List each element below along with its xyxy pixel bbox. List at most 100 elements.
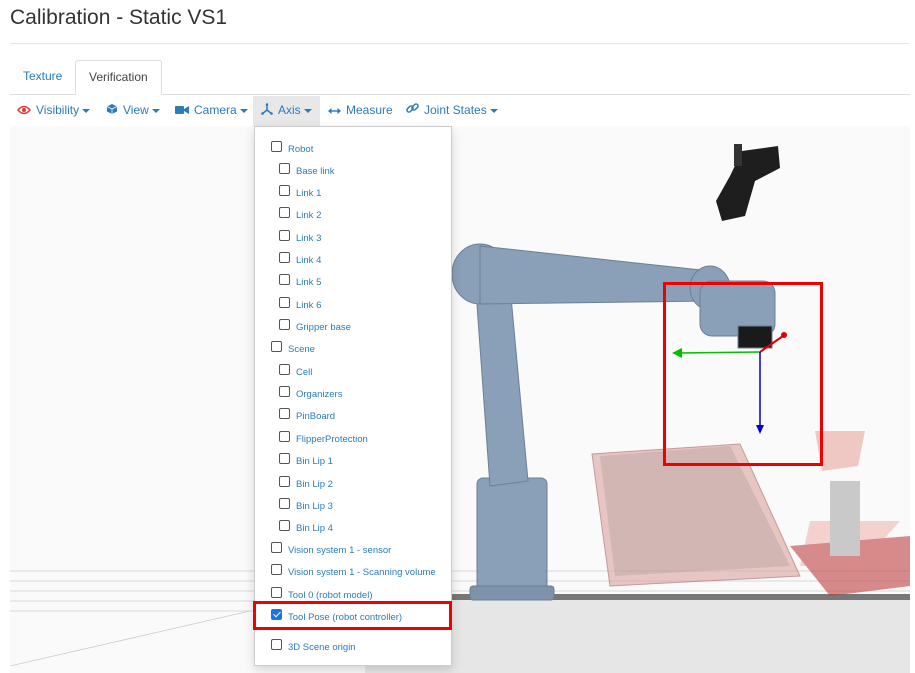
cube-icon (106, 97, 118, 125)
axis-menu-item-label: Link 1 (296, 188, 322, 199)
view-dropdown[interactable]: View (106, 96, 160, 126)
tab-verification[interactable]: Verification (75, 60, 162, 95)
axis-menu-item[interactable]: Link 6 (279, 296, 322, 313)
joint-states-label: Joint States (424, 103, 487, 117)
checkbox[interactable] (279, 519, 290, 531)
axis-menu-item[interactable]: Link 3 (279, 229, 322, 246)
checkbox[interactable] (271, 541, 282, 553)
axis-menu-item[interactable]: Link 1 (279, 184, 322, 201)
scene-render (10, 126, 910, 673)
checkbox[interactable] (271, 586, 282, 598)
axis-menu-item[interactable]: Link 4 (279, 251, 322, 268)
axis-menu-item[interactable]: Vision system 1 - Scanning volume (271, 563, 436, 580)
checkbox[interactable] (279, 273, 290, 285)
checkbox[interactable] (279, 229, 290, 241)
chevron-down-icon (489, 108, 498, 113)
camera-dropdown[interactable]: Camera (175, 96, 248, 126)
checkbox[interactable] (279, 430, 290, 442)
axis-menu-item-label: Scene (288, 344, 315, 355)
camera-label: Camera (194, 103, 237, 117)
chevron-down-icon (239, 108, 248, 113)
axis-menu-item-label: Bin Lip 1 (296, 456, 333, 467)
axis-menu-item-label: 3D Scene origin (288, 642, 356, 653)
eye-icon (17, 97, 31, 125)
checkbox[interactable] (279, 363, 290, 375)
axis-menu-item[interactable]: 3D Scene origin (271, 638, 356, 655)
measure-label: Measure (346, 103, 393, 117)
checkbox[interactable] (271, 638, 282, 650)
checkbox[interactable] (279, 318, 290, 330)
axis-menu-item[interactable]: Robot (271, 140, 314, 157)
axis-menu-item-label: Link 2 (296, 210, 322, 221)
axis-menu-item-label: Link 4 (296, 255, 322, 266)
axis-menu-item-label: Link 6 (296, 300, 322, 311)
axis-menu-item[interactable]: Organizers (279, 385, 343, 402)
checkbox[interactable] (279, 162, 290, 174)
axis-menu-item-label: Gripper base (296, 322, 351, 333)
visibility-label: Visibility (36, 103, 80, 117)
axis-menu-item[interactable]: Bin Lip 4 (279, 519, 333, 536)
page-title: Calibration - Static VS1 (10, 6, 228, 29)
axis-menu-item-label: Cell (296, 367, 313, 378)
axis-menu-item-label: Base link (296, 166, 335, 177)
axis-menu-item-label: Bin Lip 4 (296, 523, 333, 534)
axis-menu-item[interactable]: FlipperProtection (279, 430, 368, 447)
axis-menu-item[interactable]: Base link (279, 162, 335, 179)
axis-label: Axis (278, 103, 301, 117)
axis-menu-item-label: Tool 0 (robot model) (288, 590, 373, 601)
axis-menu-item-label: Bin Lip 3 (296, 501, 333, 512)
joint-states-dropdown[interactable]: Joint States (406, 96, 498, 126)
checkbox[interactable] (279, 206, 290, 218)
checkbox[interactable] (279, 475, 290, 487)
checkbox[interactable] (279, 407, 290, 419)
3d-viewport[interactable] (10, 126, 910, 673)
axis-menu-item-label: Link 3 (296, 233, 322, 244)
axis-menu-item[interactable]: Bin Lip 2 (279, 475, 333, 492)
axis-menu-item[interactable]: Tool Pose (robot controller) (271, 608, 403, 625)
checkbox[interactable] (271, 608, 282, 620)
measure-arrows-icon (328, 97, 341, 125)
axis-menu-item-label: Robot (288, 144, 314, 155)
checkbox[interactable] (279, 251, 290, 263)
axis-menu-item[interactable]: Link 5 (279, 273, 322, 290)
axis-menu-item[interactable]: Gripper base (279, 318, 351, 335)
checkbox[interactable] (279, 296, 290, 308)
axis-menu-item-label: Vision system 1 - sensor (288, 545, 392, 556)
title-divider (10, 43, 909, 44)
axis-menu-item[interactable]: Bin Lip 1 (279, 452, 333, 469)
checkbox[interactable] (279, 497, 290, 509)
chevron-down-icon (82, 108, 91, 113)
axis-menu: Robot Base link Link 1 Link 2 Link 3 Link 4 Li… (254, 126, 452, 666)
axis-menu-item[interactable]: Link 2 (279, 206, 322, 223)
axis-menu-item-label: Vision system 1 - Scanning volume (288, 567, 436, 578)
view-label: View (123, 103, 149, 117)
axis-menu-item[interactable]: PinBoard (279, 407, 336, 424)
axis-menu-item[interactable]: Bin Lip 3 (279, 497, 333, 514)
video-camera-icon (175, 97, 189, 125)
chevron-down-icon (303, 108, 312, 113)
tab-texture[interactable]: Texture (10, 60, 75, 93)
chevron-down-icon (151, 108, 160, 113)
checkbox[interactable] (271, 340, 282, 352)
tab-bar: Texture Verification (10, 60, 910, 95)
link-icon (406, 97, 419, 125)
axis-dropdown[interactable]: Axis (253, 96, 320, 126)
checkbox[interactable] (279, 184, 290, 196)
checkbox[interactable] (271, 563, 282, 575)
axis-menu-item[interactable]: Scene (271, 340, 315, 357)
axis-menu-item[interactable]: Tool 0 (robot model) (271, 586, 373, 603)
axis-menu-item-label: Tool Pose (robot controller) (288, 612, 403, 623)
axis-menu-item-label: PinBoard (296, 411, 336, 422)
axis-menu-item-label: Link 5 (296, 277, 322, 288)
measure-button[interactable]: Measure (328, 96, 393, 126)
checkbox[interactable] (271, 140, 282, 152)
axis-menu-item-label: Bin Lip 2 (296, 479, 333, 490)
axis-menu-item[interactable]: Cell (279, 363, 313, 380)
axis-menu-item-label: FlipperProtection (296, 434, 368, 445)
visibility-dropdown[interactable]: Visibility (17, 96, 91, 126)
checkbox[interactable] (279, 452, 290, 464)
axis-menu-item-label: Organizers (296, 389, 343, 400)
checkbox[interactable] (279, 385, 290, 397)
axis-menu-item[interactable]: Vision system 1 - sensor (271, 541, 392, 558)
axis-icon (261, 97, 273, 125)
